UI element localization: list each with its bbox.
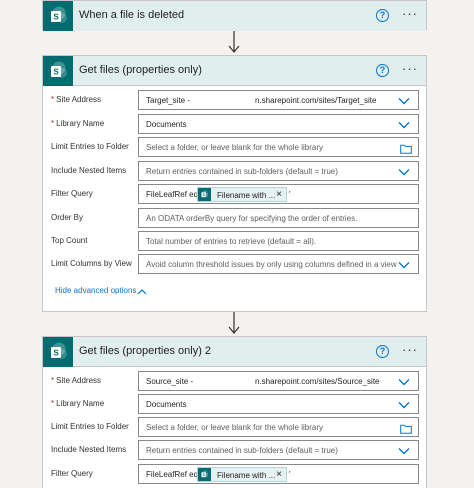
limit-entries-label: Limit Entries to Folder <box>51 142 129 151</box>
help-icon[interactable]: ? <box>376 345 389 358</box>
limit-entries-row: Limit Entries to Folder Select a folder,… <box>43 417 426 439</box>
filter-query-label: Filter Query <box>51 469 93 478</box>
limit-entries-row: Limit Entries to Folder Select a folder,… <box>43 137 426 159</box>
token-label: Filename with ... <box>217 471 276 480</box>
sharepoint-icon <box>198 188 211 201</box>
include-nested-placeholder: Return entries contained in sub-folders … <box>146 446 338 455</box>
trigger-title: When a file is deleted <box>79 9 185 21</box>
filter-query-row: Filter Query FileLeafRef eq ' Filename w… <box>43 464 426 486</box>
help-icon[interactable]: ? <box>376 9 389 22</box>
filter-query-input[interactable]: FileLeafRef eq ' Filename with ... × ' <box>138 464 419 484</box>
more-options-icon[interactable]: ··· <box>402 62 418 76</box>
site-address-url: n.sharepoint.com/sites/Target_site <box>255 96 377 105</box>
site-address-label: * Site Address <box>51 376 102 385</box>
top-count-label: Top Count <box>51 236 88 245</box>
include-nested-placeholder: Return entries contained in sub-folders … <box>146 167 338 176</box>
limit-columns-row: Limit Columns by View Avoid column thres… <box>43 254 426 276</box>
chevron-down-icon[interactable] <box>398 401 410 409</box>
library-name-dropdown[interactable]: Documents <box>138 114 419 134</box>
library-name-dropdown[interactable]: Documents <box>138 394 419 414</box>
filter-query-prefix: FileLeafRef eq ' <box>146 470 202 479</box>
filename-token[interactable]: Filename with ... × <box>197 467 287 482</box>
chevron-down-icon[interactable] <box>398 121 410 129</box>
filename-token[interactable]: Filename with ... × <box>197 187 287 202</box>
sharepoint-icon <box>43 337 73 367</box>
flow-arrow-icon <box>228 312 240 334</box>
site-address-dropdown[interactable]: Source_site - n.sharepoint.com/sites/Sou… <box>138 371 419 391</box>
get-files-card: Get files (properties only) ? ··· * Site … <box>42 55 427 312</box>
chevron-down-icon[interactable] <box>398 447 410 455</box>
get-files-header[interactable]: Get files (properties only) ? ··· <box>43 56 426 86</box>
folder-icon[interactable] <box>400 424 412 434</box>
help-icon[interactable]: ? <box>376 64 389 77</box>
chevron-down-icon[interactable] <box>398 168 410 176</box>
site-address-url: n.sharepoint.com/sites/Source_site <box>255 377 380 386</box>
get-files-2-header[interactable]: Get files (properties only) 2 ? ··· <box>43 337 426 367</box>
site-address-row: * Site Address Source_site - n.sharepoint… <box>43 371 426 393</box>
filter-query-prefix: FileLeafRef eq ' <box>146 190 202 199</box>
filter-query-suffix: ' <box>289 470 291 479</box>
more-options-icon[interactable]: ··· <box>402 343 418 357</box>
site-address-value: Target_site - <box>146 96 191 105</box>
site-address-dropdown[interactable]: Target_site - n.sharepoint.com/sites/Tar… <box>138 90 419 110</box>
chevron-down-icon[interactable] <box>398 97 410 105</box>
limit-entries-placeholder: Select a folder, or leave blank for the … <box>146 143 323 152</box>
top-count-input[interactable]: Total number of entries to retrieve (def… <box>138 231 419 251</box>
include-nested-row: Include Nested Items Return entries cont… <box>43 440 426 462</box>
order-by-input[interactable]: An ODATA orderBy query for specifying th… <box>138 208 419 228</box>
include-nested-label: Include Nested Items <box>51 445 127 454</box>
library-name-row: * Library Name Documents <box>43 114 426 136</box>
library-name-value: Documents <box>146 400 187 409</box>
filter-query-input[interactable]: FileLeafRef eq ' Filename with ... × ' <box>138 184 419 204</box>
site-address-label: * Site Address <box>51 95 102 104</box>
limit-columns-label: Limit Columns by View <box>51 259 132 268</box>
order-by-row: Order By An ODATA orderBy query for spec… <box>43 208 426 230</box>
limit-entries-placeholder: Select a folder, or leave blank for the … <box>146 423 323 432</box>
filter-query-label: Filter Query <box>51 189 93 198</box>
library-name-row: * Library Name Documents <box>43 394 426 416</box>
library-name-label: * Library Name <box>51 119 105 128</box>
library-name-label: * Library Name <box>51 399 105 408</box>
filter-query-row: Filter Query FileLeafRef eq ' Filename w… <box>43 184 426 206</box>
token-label: Filename with ... <box>217 191 276 200</box>
top-count-placeholder: Total number of entries to retrieve (def… <box>146 237 317 246</box>
chevron-down-icon[interactable] <box>398 261 410 269</box>
limit-entries-label: Limit Entries to Folder <box>51 422 129 431</box>
include-nested-dropdown[interactable]: Return entries contained in sub-folders … <box>138 161 419 181</box>
get-files-title: Get files (properties only) <box>79 64 202 76</box>
sharepoint-icon <box>43 1 73 31</box>
trigger-header[interactable]: When a file is deleted ? ··· <box>43 1 426 31</box>
include-nested-label: Include Nested Items <box>51 166 127 175</box>
filter-query-suffix: ' <box>289 190 291 199</box>
chevron-down-icon[interactable] <box>398 378 410 386</box>
limit-entries-input[interactable]: Select a folder, or leave blank for the … <box>138 417 419 437</box>
folder-icon[interactable] <box>400 144 412 154</box>
sharepoint-icon <box>198 468 211 481</box>
get-files-2-card: Get files (properties only) 2 ? ··· * Sit… <box>42 336 427 488</box>
flow-arrow-icon <box>228 31 240 53</box>
include-nested-dropdown[interactable]: Return entries contained in sub-folders … <box>138 440 419 460</box>
include-nested-row: Include Nested Items Return entries cont… <box>43 161 426 183</box>
limit-columns-dropdown[interactable]: Avoid column threshold issues by only us… <box>138 254 419 274</box>
site-address-row: * Site Address Target_site - n.sharepoint… <box>43 90 426 112</box>
order-by-placeholder: An ODATA orderBy query for specifying th… <box>146 214 358 223</box>
get-files-2-title: Get files (properties only) 2 <box>79 345 212 357</box>
more-options-icon[interactable]: ··· <box>402 7 418 21</box>
chevron-up-icon[interactable] <box>137 289 147 295</box>
close-icon[interactable]: × <box>276 188 282 201</box>
order-by-label: Order By <box>51 213 84 222</box>
sharepoint-icon <box>43 56 73 86</box>
limit-entries-input[interactable]: Select a folder, or leave blank for the … <box>138 137 419 157</box>
top-count-row: Top Count Total number of entries to ret… <box>43 231 426 253</box>
limit-columns-placeholder: Avoid column threshold issues by only us… <box>146 260 397 269</box>
hide-advanced-options-link[interactable]: Hide advanced options <box>55 286 136 295</box>
site-address-value: Source_site - <box>146 377 194 386</box>
library-name-value: Documents <box>146 120 187 129</box>
trigger-card[interactable]: When a file is deleted ? ··· <box>42 0 427 31</box>
close-icon[interactable]: × <box>276 468 282 481</box>
